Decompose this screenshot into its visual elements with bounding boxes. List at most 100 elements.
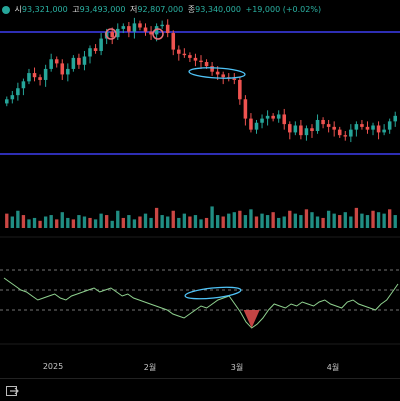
volume-bar xyxy=(304,209,309,228)
volume-bar xyxy=(382,213,386,228)
volume-bar xyxy=(21,215,26,228)
volume-bar xyxy=(32,217,37,228)
candle-body xyxy=(332,126,336,130)
candle-body xyxy=(387,121,392,130)
volume-bar xyxy=(43,216,48,228)
volume-bar xyxy=(332,213,336,228)
volume-bar xyxy=(376,212,381,228)
candle-body xyxy=(371,125,375,130)
volume-bar xyxy=(343,212,347,228)
x-tick-mar: 3월 xyxy=(230,363,244,372)
candle-body xyxy=(10,95,15,100)
candle-body xyxy=(260,118,264,123)
volume-bar xyxy=(10,216,14,228)
candle-body xyxy=(77,57,81,65)
candle-body xyxy=(199,60,203,63)
candle-body xyxy=(243,99,248,119)
volume-bar xyxy=(166,216,170,228)
oversold-fill xyxy=(243,310,260,328)
candle-body xyxy=(171,33,176,50)
volume-bar xyxy=(299,215,303,228)
volume-bar xyxy=(110,220,114,228)
volume-bar xyxy=(199,219,203,228)
oscillator-line xyxy=(3,277,399,329)
volume-bar xyxy=(127,215,131,228)
volume-bar xyxy=(138,216,142,228)
volume-bar xyxy=(338,215,342,228)
volume-bar xyxy=(282,216,286,228)
volume-bar xyxy=(121,217,125,228)
candle-body xyxy=(276,114,281,119)
candle-body xyxy=(376,125,381,133)
volume-bar xyxy=(116,210,120,228)
candle-body xyxy=(54,59,59,64)
candle-body xyxy=(49,59,53,69)
export-icon[interactable] xyxy=(6,384,20,396)
candle-body xyxy=(282,114,287,125)
volume-bar xyxy=(393,215,397,228)
x-tick-apr: 4월 xyxy=(326,363,340,372)
candle-body xyxy=(21,81,26,89)
volume-bar xyxy=(182,213,187,228)
volume-bar xyxy=(66,217,70,228)
volume-bar xyxy=(104,215,109,228)
candle-body xyxy=(177,49,181,54)
volume-bar xyxy=(277,217,281,228)
candle-body xyxy=(310,128,314,132)
volume-bar xyxy=(243,215,248,228)
candle-body xyxy=(43,68,48,80)
candle-body xyxy=(4,99,9,104)
candle-body xyxy=(238,79,242,100)
candle-body xyxy=(221,74,225,78)
candle-body xyxy=(365,126,370,130)
volume-bar xyxy=(321,217,325,228)
candle-body xyxy=(254,122,259,130)
candle-body xyxy=(326,124,331,127)
volume-bar xyxy=(154,207,159,228)
x-tick-2025: 2025 xyxy=(42,362,64,371)
volume-bar xyxy=(288,210,292,228)
volume-bar xyxy=(77,215,81,228)
volume-bar xyxy=(160,215,164,228)
candle-body xyxy=(288,124,292,133)
volume-bar xyxy=(254,216,259,228)
volume-bar xyxy=(16,210,20,228)
candle-body xyxy=(121,26,126,29)
bottom-toolbar xyxy=(0,378,400,401)
volume-bar xyxy=(315,216,320,228)
candle-body xyxy=(66,68,70,75)
candle-body xyxy=(127,26,131,32)
candle-body xyxy=(299,125,303,136)
volume-bar xyxy=(360,213,364,228)
volume-bar xyxy=(49,215,53,228)
candle-body xyxy=(32,73,37,78)
candle-body xyxy=(337,129,342,136)
volume-bar xyxy=(204,217,209,228)
volume-bar xyxy=(210,206,214,228)
candle-body xyxy=(315,119,320,132)
volume-bar xyxy=(132,219,137,228)
volume-bar xyxy=(71,219,76,228)
volume-bar xyxy=(60,212,64,228)
candle-body xyxy=(138,23,142,28)
candle-body xyxy=(382,129,386,133)
candle-body xyxy=(349,129,353,137)
candle-body xyxy=(27,73,31,82)
volume-bar xyxy=(88,217,92,228)
volume-bar xyxy=(99,213,103,228)
candle-body xyxy=(188,55,192,58)
volume-bar xyxy=(227,213,231,228)
candle-body xyxy=(165,24,170,34)
candle-body xyxy=(93,48,98,51)
candle-body xyxy=(88,48,92,57)
volume-bar xyxy=(260,213,264,228)
volume-bar xyxy=(238,210,242,228)
candle-body xyxy=(16,88,20,96)
candle-body xyxy=(249,118,253,130)
price-chart[interactable] xyxy=(0,0,400,358)
volume-bar xyxy=(171,210,175,228)
volume-bar xyxy=(326,210,331,228)
volume-bar xyxy=(177,217,181,228)
oscillator-divergence-ellipse xyxy=(184,286,242,300)
candle-body xyxy=(271,115,275,119)
